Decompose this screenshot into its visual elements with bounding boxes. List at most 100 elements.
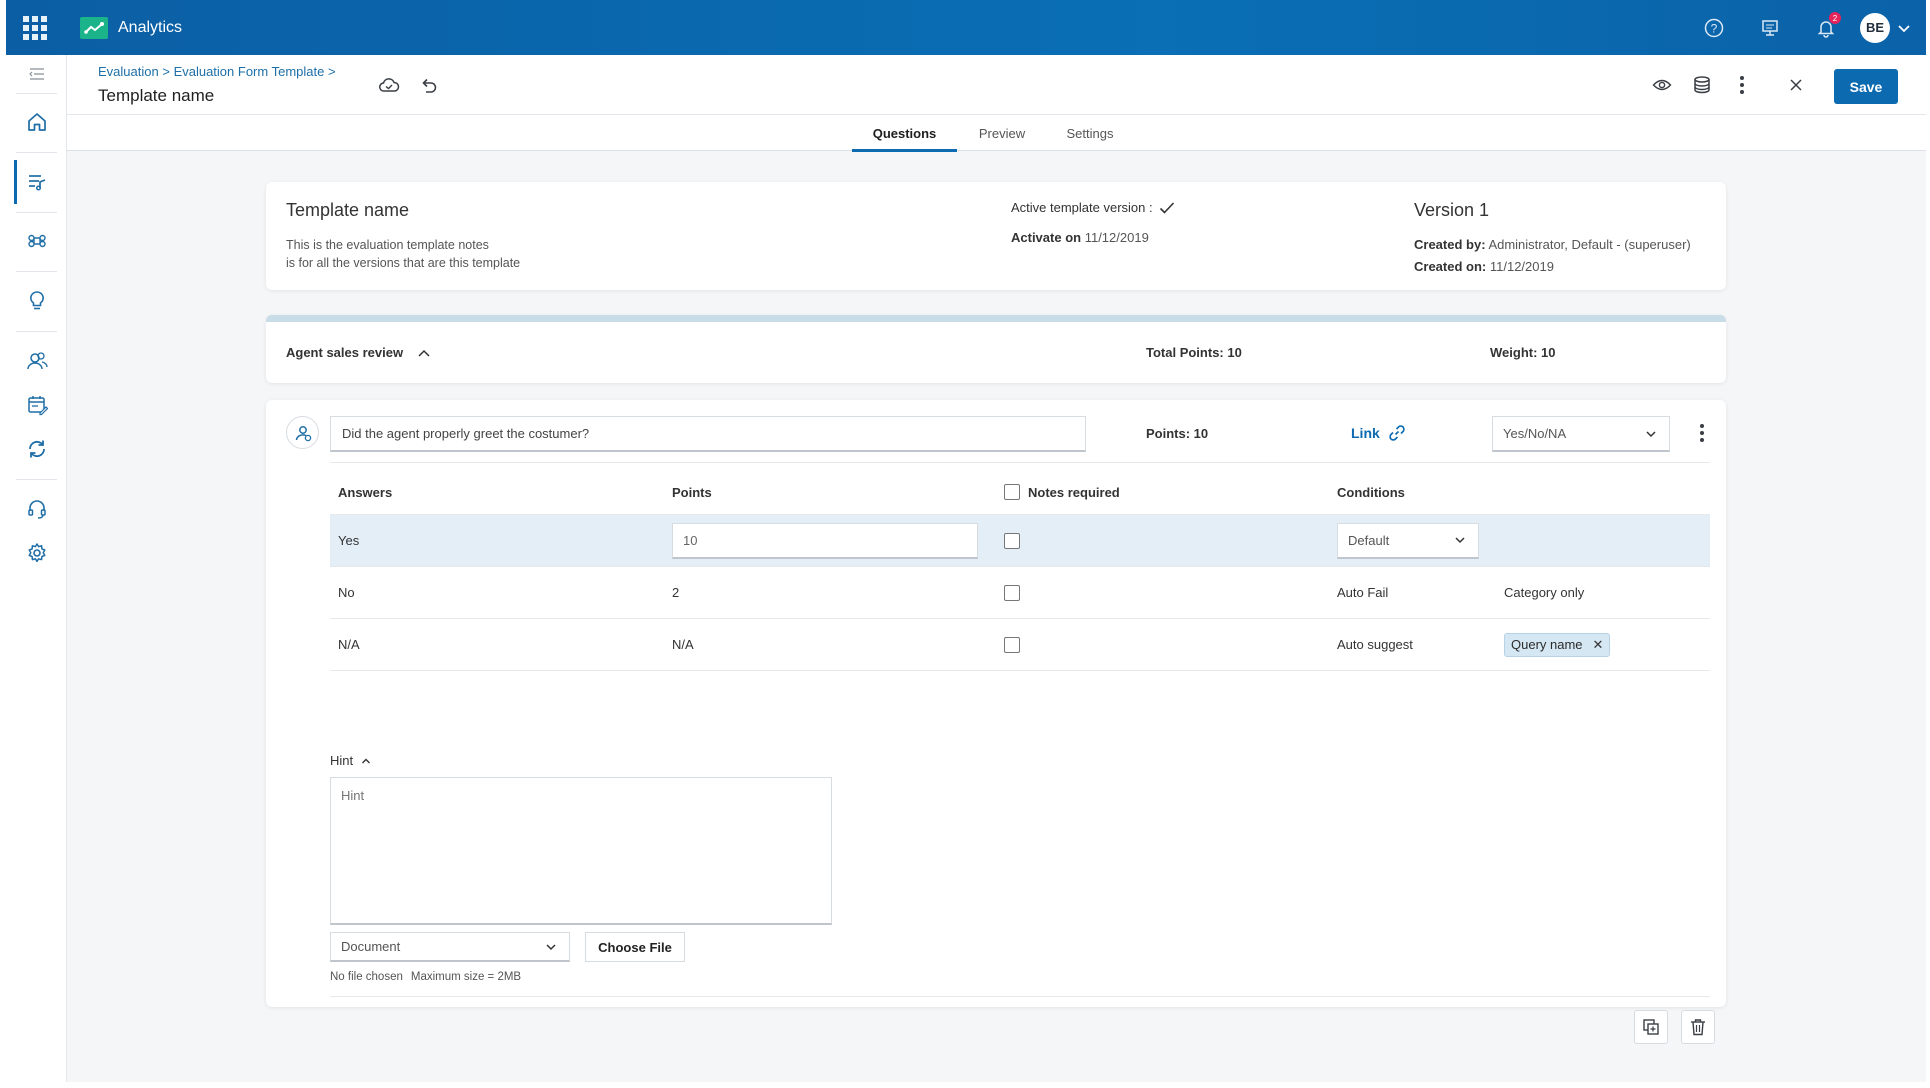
more-vertical-icon — [1740, 76, 1744, 94]
page-header: Evaluation > Evaluation Form Template > … — [67, 55, 1926, 115]
versions-button[interactable] — [1689, 72, 1715, 98]
close-button[interactable] — [1783, 72, 1809, 98]
template-notes-line: This is the evaluation template notes — [286, 238, 489, 252]
sidebar-item-people[interactable] — [6, 339, 67, 383]
save-button[interactable]: Save — [1834, 69, 1898, 104]
question-text-input[interactable] — [330, 416, 1086, 452]
help-button[interactable]: ? — [1686, 0, 1742, 55]
avatar: BE — [1860, 12, 1890, 43]
home-icon — [27, 113, 46, 131]
created-on-value: 11/12/2019 — [1489, 259, 1554, 274]
notes-required-checkbox[interactable] — [1004, 636, 1020, 653]
cloud-save-button[interactable] — [376, 72, 402, 98]
command-icon — [27, 234, 46, 248]
main-content: Evaluation > Evaluation Form Template > … — [67, 55, 1926, 1082]
template-notes-line: is for all the versions that are this te… — [286, 256, 521, 270]
check-icon — [1159, 201, 1174, 214]
page-title: Template name — [98, 86, 215, 105]
tab-preview[interactable]: Preview — [963, 115, 1041, 151]
question-points: Points: 10 — [1146, 426, 1209, 441]
table-row[interactable]: N/A N/A Auto suggest Query name ✕ — [330, 619, 1710, 671]
section-toggle[interactable]: Agent sales review — [286, 345, 431, 360]
svg-text:?: ? — [1711, 21, 1718, 35]
file-status: No file chosen — [330, 971, 403, 983]
sidebar-collapse-button[interactable] — [6, 55, 67, 93]
headset-icon — [27, 500, 46, 519]
duplicate-icon — [1643, 1019, 1659, 1035]
top-app-bar: Analytics ? 2 BE — [6, 0, 1926, 55]
template-notes: This is the evaluation template notes is… — [286, 236, 786, 272]
breadcrumb-link-evaluation[interactable]: Evaluation — [98, 64, 159, 79]
sidebar-item-sync[interactable] — [6, 427, 67, 471]
more-options-button[interactable] — [1729, 72, 1755, 98]
answer-label: No — [338, 585, 355, 600]
table-row[interactable]: Yes Default — [330, 515, 1710, 567]
close-icon — [1790, 79, 1802, 91]
undo-button[interactable] — [416, 72, 442, 98]
section-card: Agent sales review Total Points: 10 Weig… — [266, 315, 1726, 383]
apps-launcher-button[interactable] — [6, 0, 64, 55]
delete-question-button[interactable] — [1681, 1010, 1715, 1044]
version-title: Version 1 — [1414, 200, 1490, 220]
chevron-down-icon — [1455, 537, 1465, 544]
eye-icon — [1652, 79, 1672, 91]
sidebar-item-schedule[interactable] — [6, 383, 67, 427]
person-question-icon — [295, 425, 311, 441]
preview-button[interactable] — [1649, 72, 1675, 98]
tabs-bar: Questions Preview Settings — [67, 115, 1926, 152]
sidebar-item-evaluation[interactable] — [6, 160, 67, 204]
evaluation-icon — [28, 175, 45, 191]
sidebar-item-home[interactable] — [6, 100, 67, 144]
sidebar-item-support[interactable] — [6, 487, 67, 531]
calendar-edit-icon — [27, 396, 48, 416]
active-template-version: Active template version : — [1011, 200, 1175, 215]
choose-file-button[interactable]: Choose File — [585, 932, 685, 962]
duplicate-question-button[interactable] — [1634, 1010, 1668, 1044]
active-version-label: Active template version : — [1011, 200, 1153, 215]
created-on-label: Created on: — [1414, 259, 1487, 274]
hint-toggle[interactable]: Hint — [330, 753, 371, 768]
help-icon: ? — [1704, 18, 1724, 37]
table-row[interactable]: No 2 Auto Fail Category only — [330, 567, 1710, 619]
presentation-button[interactable] — [1742, 0, 1798, 55]
user-menu[interactable]: BE — [1860, 12, 1912, 43]
sync-icon — [28, 440, 45, 458]
notes-required-checkbox[interactable] — [1004, 584, 1020, 601]
notifications-button[interactable]: 2 — [1798, 0, 1854, 55]
sidebar-item-command[interactable] — [6, 219, 67, 263]
sidebar-item-insights[interactable] — [6, 279, 67, 323]
column-header-conditions: Conditions — [1337, 484, 1405, 500]
answer-points: N/A — [672, 637, 694, 652]
hint-textarea[interactable] — [330, 777, 832, 925]
section-weight: Weight: 10 — [1490, 345, 1556, 360]
question-more-button[interactable] — [1692, 420, 1712, 446]
presentation-icon — [1762, 19, 1778, 36]
more-vertical-icon — [1700, 424, 1704, 442]
link-button[interactable]: Link — [1351, 424, 1406, 442]
template-name: Template name — [286, 200, 410, 220]
apps-grid-icon — [23, 15, 47, 40]
sidebar-item-settings[interactable] — [6, 531, 67, 575]
created-info: Created by: Administrator, Default - (su… — [1414, 234, 1691, 278]
remove-chip-button[interactable]: ✕ — [1593, 637, 1604, 653]
notification-badge: 2 — [1829, 12, 1841, 24]
answers-table: Answers Points Notes required Conditions… — [330, 470, 1710, 671]
notes-required-checkbox[interactable] — [1004, 532, 1020, 549]
chip-label: Query name — [1511, 637, 1583, 652]
breadcrumb-separator: > — [162, 64, 170, 79]
answer-type-select[interactable]: Yes/No/NA — [1492, 416, 1670, 452]
notes-required-label: Notes required — [1028, 484, 1120, 500]
document-type-select[interactable]: Document — [330, 932, 570, 962]
points-input[interactable] — [672, 522, 978, 559]
breadcrumb-link-evaluation-form-template[interactable]: Evaluation Form Template — [174, 64, 325, 79]
template-info-card: Template name This is the evaluation tem… — [266, 182, 1726, 290]
tab-settings[interactable]: Settings — [1047, 115, 1133, 151]
question-type-button[interactable] — [286, 416, 319, 449]
max-file-size: Maximum size = 2MB — [410, 971, 522, 983]
notes-required-all-checkbox[interactable] — [1004, 484, 1020, 500]
activate-on: Activate on 11/12/2019 — [1011, 230, 1149, 245]
condition-select[interactable]: Default — [1337, 522, 1479, 559]
answer-label: N/A — [338, 637, 360, 652]
tab-questions[interactable]: Questions — [852, 115, 957, 152]
layers-icon — [1694, 76, 1710, 94]
